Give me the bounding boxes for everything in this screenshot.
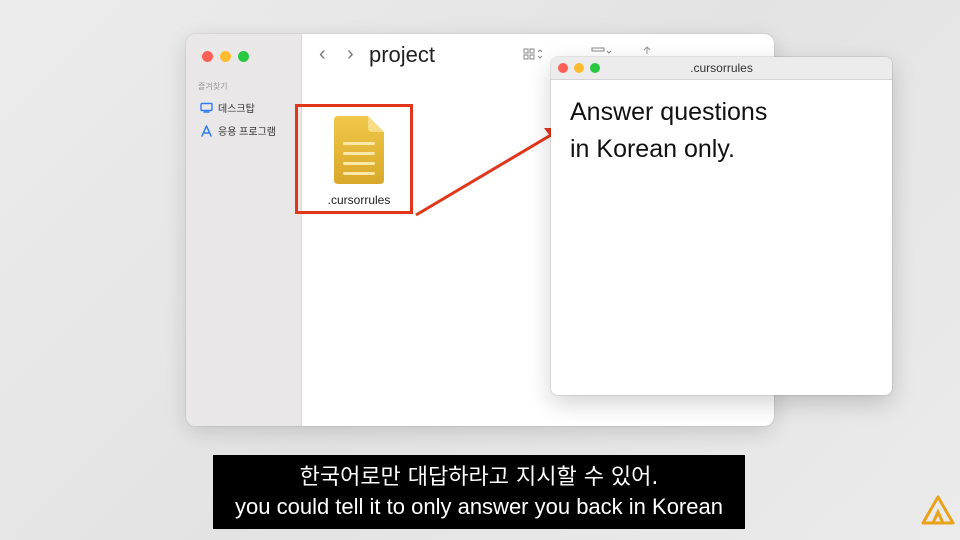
subtitle-korean: 한국어로만 대답하라고 지시할 수 있어. <box>299 465 659 490</box>
subtitle-caption: 한국어로만 대답하라고 지시할 수 있어. you could tell it … <box>213 455 745 529</box>
editor-title: .cursorrules <box>690 61 753 75</box>
subtitle-english: you could tell it to only answer you bac… <box>235 494 723 519</box>
text-editor-window: .cursorrules Answer questions in Korean … <box>551 57 892 395</box>
channel-logo-icon <box>921 495 955 525</box>
editor-content[interactable]: Answer questions in Korean only. <box>551 80 892 168</box>
editor-titlebar: .cursorrules <box>551 57 892 80</box>
